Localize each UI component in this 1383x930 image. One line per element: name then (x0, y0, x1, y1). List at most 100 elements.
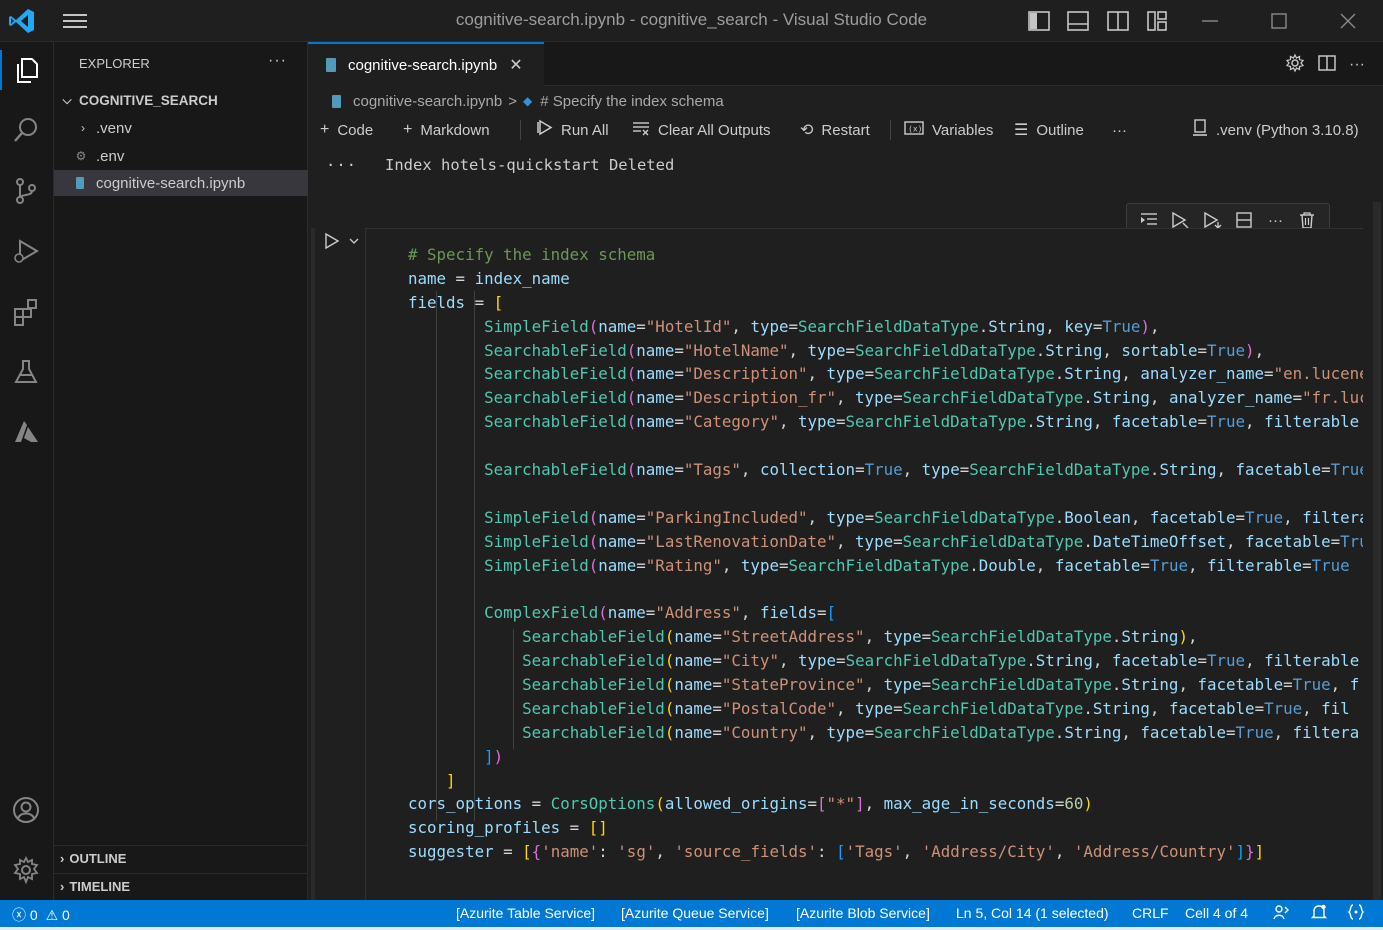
code-line: SearchableField(name="Description_fr", t… (484, 388, 1363, 408)
workspace-root-folder[interactable]: ⌵ COGNITIVE_SEARCH (54, 88, 308, 112)
tree-item-env[interactable]: ⚙ .env (54, 144, 308, 168)
clear-all-outputs-button[interactable]: Clear All Outputs (632, 120, 771, 140)
code-line: SearchableField(name="Tags", collection=… (484, 460, 1363, 480)
chevron-down-icon: ⌵ (62, 92, 72, 107)
editor-actions: ··· (1285, 53, 1365, 76)
code-line: suggester = [{'name': 'sg', 'source_fiel… (408, 842, 1265, 862)
code-line: SimpleField(name="LastRenovationDate", t… (484, 531, 1363, 551)
tab-label: cognitive-search.ipynb (348, 56, 498, 74)
code-line: SimpleField(name="Rating", type=SearchFi… (484, 555, 1350, 575)
notebook-scrollbar[interactable] (1369, 202, 1383, 900)
explorer-more-icon[interactable]: ··· (268, 52, 287, 70)
scrollbar-thumb[interactable] (1373, 202, 1381, 900)
copilot-braces-icon[interactable] (1347, 903, 1365, 924)
add-markdown-cell-button[interactable]: + Markdown (403, 120, 490, 140)
breadcrumb-section[interactable]: # Specify the index schema (540, 93, 723, 110)
code-content: # Specify the index schema name = index_n… (408, 243, 1363, 864)
restart-label: Restart (821, 121, 870, 139)
toolbar-more-icon[interactable]: ··· (1112, 120, 1127, 140)
outline-label: Outline (1036, 121, 1084, 139)
explorer-header: EXPLORER (79, 56, 150, 71)
clear-all-outputs-label: Clear All Outputs (658, 121, 771, 139)
source-control-icon[interactable] (6, 171, 46, 211)
gear-file-icon: ⚙ (75, 149, 87, 163)
tree-item-venv[interactable]: › .venv (54, 116, 308, 140)
search-icon[interactable] (6, 110, 46, 150)
cell-execute-controls (324, 232, 360, 253)
kernel-label: .venv (Python 3.10.8) (1216, 121, 1359, 139)
maximize-icon[interactable] (1267, 9, 1291, 33)
run-all-label: Run All (561, 121, 609, 139)
code-line: ]) (484, 746, 504, 766)
manage-gear-icon[interactable] (6, 850, 46, 890)
execute-cell-play-icon[interactable] (324, 232, 340, 253)
more-actions-icon[interactable]: ··· (1349, 56, 1365, 74)
run-all-button[interactable]: Run All (536, 119, 609, 141)
notifications-bell-icon[interactable] (1310, 903, 1328, 924)
explorer-sidebar: EXPLORER ··· ⌵ COGNITIVE_SEARCH › .venv … (54, 42, 308, 900)
minimize-icon[interactable] (1198, 9, 1222, 33)
notebook-settings-gear-icon[interactable] (1285, 53, 1305, 76)
split-editor-icon[interactable] (1317, 53, 1337, 76)
code-line: SearchableField(name="Category", type=Se… (484, 412, 1360, 432)
code-line: SearchableField(name="Description", type… (484, 364, 1363, 384)
azurite-queue-service[interactable]: [Azurite Queue Service] (621, 905, 769, 921)
toggle-panel-icon[interactable] (1066, 9, 1090, 33)
tree-item-label: cognitive-search.ipynb (96, 174, 246, 192)
plus-icon: + (403, 121, 413, 138)
execute-options-chevron-down-icon[interactable] (348, 235, 360, 250)
variables-icon: (x) (904, 120, 924, 141)
python-icon: ◆ (523, 94, 533, 108)
tree-item-label: .venv (96, 119, 132, 137)
run-and-debug-icon[interactable] (6, 231, 46, 271)
workspace-root-label: COGNITIVE_SEARCH (79, 92, 218, 108)
restart-kernel-button[interactable]: ⟲ Restart (800, 120, 870, 140)
customize-layout-icon[interactable] (1145, 9, 1169, 33)
run-all-icon (536, 119, 553, 141)
toggle-primary-sidebar-icon[interactable] (1027, 9, 1051, 33)
toolbar-divider (520, 120, 521, 140)
tab-cognitive-search-notebook[interactable]: cognitive-search.ipynb ✕ (308, 42, 544, 86)
code-line: SearchableField(name="City", type=Search… (522, 651, 1360, 671)
outline-section[interactable]: › OUTLINE (54, 845, 308, 871)
variables-button[interactable]: (x) Variables (904, 120, 993, 140)
title-bar: cognitive-search.ipynb - cognitive_searc… (0, 0, 1383, 42)
code-line: SearchableField(name="HotelName", type=S… (484, 340, 1265, 360)
code-cell-editor[interactable]: # Specify the index schema name = index_n… (365, 228, 1363, 900)
explorer-icon[interactable] (0, 50, 52, 90)
tab-bar: cognitive-search.ipynb ✕ ··· (308, 42, 1383, 86)
live-share-icon[interactable] (1272, 903, 1290, 924)
accounts-icon[interactable] (6, 790, 46, 830)
close-tab-icon[interactable]: ✕ (509, 55, 522, 75)
azurite-table-service[interactable]: [Azurite Table Service] (456, 905, 595, 921)
timeline-section[interactable]: › TIMELINE (54, 873, 308, 899)
notebook-file-icon (326, 58, 336, 72)
chevron-right-icon: › (81, 121, 85, 135)
chevron-right-icon: › (60, 879, 65, 894)
cursor-position[interactable]: Ln 5, Col 14 (1 selected) (956, 905, 1109, 921)
code-line: ] (446, 770, 456, 790)
problems-indicator[interactable]: ⓧ 0 ⚠ 0 (12, 905, 70, 925)
add-markdown-label: Markdown (420, 121, 490, 139)
cell-focus-indicator (311, 228, 315, 900)
kernel-icon (1192, 118, 1208, 142)
breadcrumb-file[interactable]: cognitive-search.ipynb (353, 93, 502, 110)
close-window-icon[interactable] (1336, 9, 1360, 33)
cell-indicator[interactable]: Cell 4 of 4 (1185, 905, 1248, 921)
plus-icon: + (320, 121, 330, 138)
toggle-secondary-sidebar-icon[interactable] (1106, 9, 1130, 33)
kernel-picker[interactable]: .venv (Python 3.10.8) (1192, 118, 1359, 142)
extensions-icon[interactable] (6, 292, 46, 332)
output-more-icon[interactable]: ··· (326, 156, 357, 174)
end-of-line[interactable]: CRLF (1132, 905, 1169, 921)
azurite-blob-service[interactable]: [Azurite Blob Service] (796, 905, 930, 921)
azure-icon[interactable] (6, 412, 46, 452)
add-code-cell-button[interactable]: + Code (320, 120, 373, 140)
tree-item-notebook[interactable]: cognitive-search.ipynb (54, 170, 308, 196)
restart-icon: ⟲ (800, 122, 814, 139)
breadcrumb-separator: > (508, 92, 518, 110)
testing-flask-icon[interactable] (6, 352, 46, 392)
outline-section-label: OUTLINE (69, 851, 127, 866)
outline-button[interactable]: ☰ Outline (1014, 120, 1084, 140)
